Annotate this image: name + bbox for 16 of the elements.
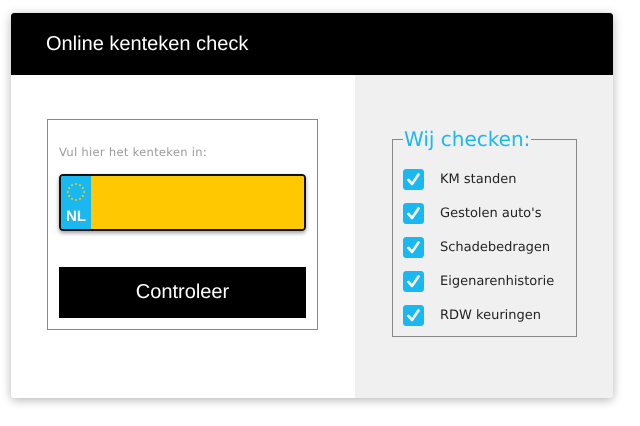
checkbox[interactable] xyxy=(403,271,424,292)
checkbox[interactable] xyxy=(403,169,424,190)
checkbox[interactable] xyxy=(403,203,424,224)
check-label: Schadebedragen xyxy=(440,240,550,255)
checkbox[interactable] xyxy=(403,305,424,326)
check-label: RDW keuringen xyxy=(440,308,542,323)
check-label: KM standen xyxy=(440,172,516,187)
checks-title: Wij checken: xyxy=(403,127,532,151)
page-title: Online kenteken check xyxy=(46,32,248,56)
check-label: Gestolen auto's xyxy=(440,206,542,221)
country-code: NL xyxy=(66,208,86,225)
eu-stars-icon xyxy=(65,181,87,203)
check-button[interactable]: Controleer xyxy=(59,267,306,318)
check-label: Eigenarenhistorie xyxy=(440,274,554,289)
checkbox[interactable] xyxy=(403,237,424,258)
plate-label: Vul hier het kenteken in: xyxy=(59,145,208,159)
